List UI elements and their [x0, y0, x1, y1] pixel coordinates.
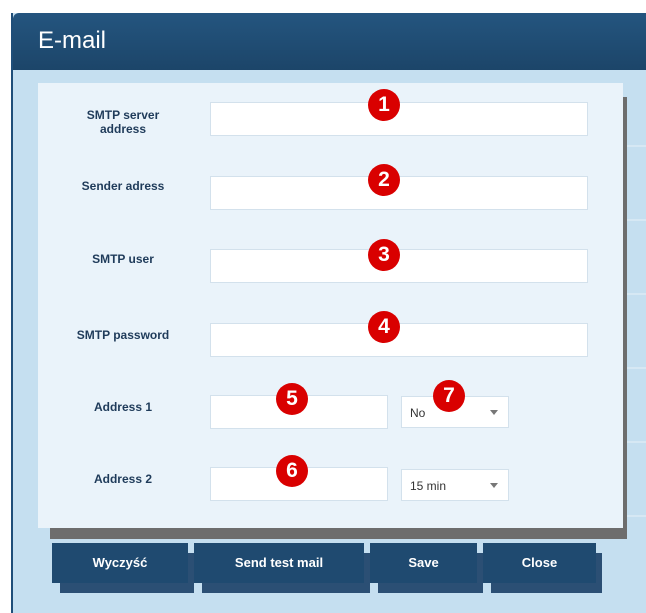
address2-interval-select[interactable]: 15 min: [401, 469, 509, 501]
callout-badge-5: 5: [276, 383, 308, 415]
test-button-wrap: Send test mail: [194, 543, 370, 593]
clipped-heading-fragment: [0, 0, 646, 12]
window-title: E-mail: [38, 27, 107, 54]
callout-badge-7: 7: [433, 380, 465, 412]
close-button-wrap: Close: [483, 543, 602, 593]
save-button-wrap: Save: [370, 543, 483, 593]
title-bar: E-mail: [13, 13, 646, 70]
smtp-password-label: SMTP password: [76, 328, 170, 342]
sender-label: Sender adress: [81, 179, 165, 193]
callout-badge-1: 1: [368, 89, 400, 121]
send-test-mail-button[interactable]: Send test mail: [194, 543, 364, 583]
address2-label: Address 2: [93, 472, 153, 486]
clear-button[interactable]: Wyczyść: [52, 543, 188, 583]
callout-badge-2: 2: [368, 164, 400, 196]
address1-interval-value: No: [410, 406, 426, 420]
close-button[interactable]: Close: [483, 543, 596, 583]
address2-interval-value: 15 min: [410, 479, 447, 493]
chevron-down-icon: [490, 410, 498, 415]
smtp-user-label: SMTP user: [92, 252, 154, 266]
form-panel: SMTP server address Sender adress SMTP u…: [38, 83, 623, 528]
callout-badge-3: 3: [368, 239, 400, 271]
callout-badge-6: 6: [276, 455, 308, 487]
email-settings-window: E-mail SMTP server address Sender adress…: [11, 13, 646, 613]
chevron-down-icon: [490, 483, 498, 488]
address1-label: Address 1: [93, 400, 153, 414]
smtp-server-label: SMTP server address: [86, 108, 160, 136]
clear-button-wrap: Wyczyść: [52, 543, 194, 593]
callout-badge-4: 4: [368, 311, 400, 343]
save-button[interactable]: Save: [370, 543, 477, 583]
